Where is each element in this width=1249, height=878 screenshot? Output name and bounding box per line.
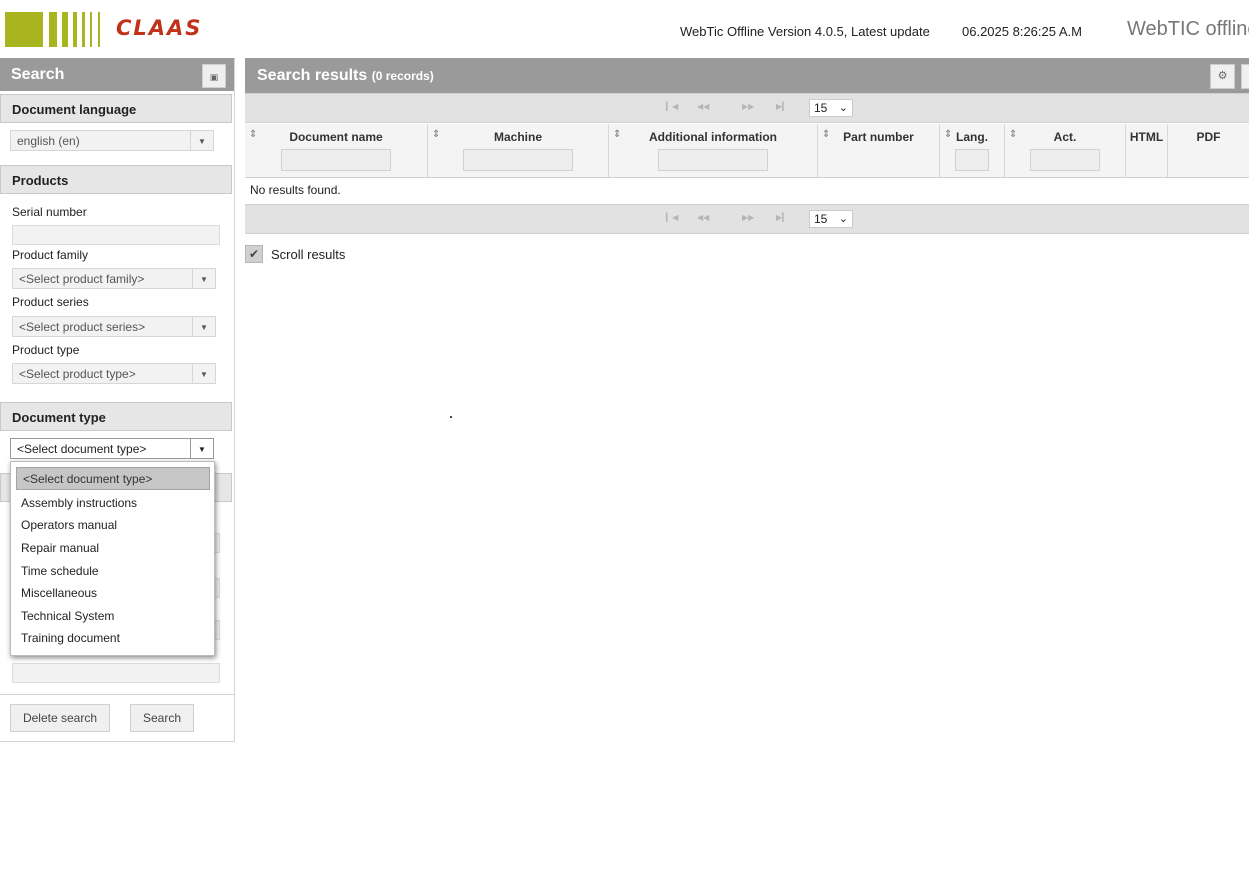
section-title: Document type bbox=[12, 410, 106, 425]
filter-input[interactable] bbox=[463, 149, 573, 171]
chevron-down-icon[interactable]: ▼ bbox=[190, 439, 213, 458]
product-type-label: Product type bbox=[12, 343, 80, 357]
dropdown-option[interactable]: Miscellaneous bbox=[21, 586, 97, 600]
last-page-icon[interactable]: ▶▎ bbox=[776, 213, 788, 222]
products-section[interactable]: Products bbox=[0, 165, 232, 194]
serial-number-input[interactable] bbox=[12, 225, 220, 245]
pager-top: ▎◀ ◀◀ ▶▶ ▶▎ 15 ⌄ bbox=[245, 93, 1249, 123]
brand-title: WebTIC offline bbox=[1127, 18, 1249, 40]
results-count: (0 records) bbox=[371, 69, 434, 83]
search-panel-title: Search bbox=[11, 66, 65, 83]
column-html[interactable]: HTML bbox=[1126, 124, 1168, 177]
last-update-datetime: 06.2025 8:26:25 A.M bbox=[962, 24, 1082, 39]
section-title: Document language bbox=[12, 102, 137, 117]
checkmark-icon: ✔ bbox=[248, 247, 260, 261]
product-type-select[interactable]: <Select product type> ▼ bbox=[12, 363, 216, 384]
settings-button[interactable]: ⚙ bbox=[1210, 64, 1235, 89]
chevron-down-icon[interactable]: ▼ bbox=[192, 364, 215, 383]
page-size-select[interactable]: 15 ⌄ bbox=[809, 99, 853, 117]
chevron-down-icon: ⌄ bbox=[838, 213, 848, 225]
product-family-select[interactable]: <Select product family> ▼ bbox=[12, 268, 216, 289]
divider bbox=[0, 694, 234, 695]
product-family-label: Product family bbox=[12, 248, 89, 262]
document-type-dropdown: <Select document type> Assembly instruct… bbox=[10, 461, 215, 656]
column-part-number[interactable]: ⇕ Part number bbox=[818, 124, 940, 177]
gear-icon: ⚙ bbox=[1217, 70, 1228, 82]
app-header: CLAAS WebTic Offline Version 4.0.5, Late… bbox=[0, 0, 1249, 58]
dropdown-option-selected[interactable]: <Select document type> bbox=[16, 467, 210, 490]
collapse-panel-button[interactable]: ▣ bbox=[202, 64, 226, 88]
column-act[interactable]: ⇕ Act. bbox=[1005, 124, 1126, 177]
product-series-label: Product series bbox=[12, 295, 89, 309]
dropdown-option[interactable]: Operators manual bbox=[21, 518, 117, 532]
stray-dot bbox=[450, 416, 452, 418]
dropdown-option[interactable]: Repair manual bbox=[21, 541, 99, 555]
hidden-input[interactable] bbox=[12, 663, 220, 683]
dropdown-option[interactable]: Assembly instructions bbox=[21, 496, 137, 510]
document-language-section[interactable]: Document language bbox=[0, 94, 232, 123]
document-type-section[interactable]: Document type bbox=[0, 402, 232, 431]
claas-logo: CLAAS bbox=[116, 16, 203, 40]
search-button[interactable]: Search bbox=[130, 704, 194, 732]
filter-input[interactable] bbox=[281, 149, 391, 171]
dropdown-option[interactable]: Training document bbox=[21, 631, 120, 645]
results-title: Search results (0 records) bbox=[257, 67, 434, 84]
document-language-select[interactable]: english (en) ▼ bbox=[10, 130, 214, 151]
page-size-select[interactable]: 15 ⌄ bbox=[809, 210, 853, 228]
version-text: WebTic Offline Version 4.0.5, Latest upd… bbox=[680, 24, 930, 39]
next-page-icon[interactable]: ▶▶ bbox=[742, 102, 754, 111]
panel-button[interactable] bbox=[1241, 64, 1249, 89]
chevron-down-icon[interactable]: ▼ bbox=[190, 131, 213, 150]
last-page-icon[interactable]: ▶▎ bbox=[776, 102, 788, 111]
scroll-results-label[interactable]: Scroll results bbox=[271, 247, 345, 262]
column-additional-information[interactable]: ⇕ Additional information bbox=[609, 124, 818, 177]
first-page-icon[interactable]: ▎◀ bbox=[666, 213, 678, 222]
first-page-icon[interactable]: ▎◀ bbox=[666, 102, 678, 111]
chevron-down-icon[interactable]: ▼ bbox=[192, 269, 215, 288]
scroll-results-checkbox[interactable]: ✔ bbox=[245, 245, 263, 263]
serial-number-label: Serial number bbox=[12, 205, 87, 219]
search-panel-header: Search ▣ bbox=[0, 58, 234, 91]
chevron-down-icon[interactable]: ▼ bbox=[192, 317, 215, 336]
dropdown-option[interactable]: Technical System bbox=[21, 609, 114, 623]
chevron-down-icon: ⌄ bbox=[838, 102, 848, 114]
column-lang[interactable]: ⇕ Lang. bbox=[940, 124, 1005, 177]
next-page-icon[interactable]: ▶▶ bbox=[742, 213, 754, 222]
column-document-name[interactable]: ⇕ Document name bbox=[245, 124, 428, 177]
results-table-header: ⇕ Document name ⇕ Machine ⇕ Additional i… bbox=[245, 124, 1249, 178]
dropdown-option[interactable]: Time schedule bbox=[21, 564, 99, 578]
filter-input[interactable] bbox=[1030, 149, 1100, 171]
filter-input[interactable] bbox=[658, 149, 768, 171]
select-value: <Select product family> bbox=[19, 272, 145, 286]
product-series-select[interactable]: <Select product series> ▼ bbox=[12, 316, 216, 337]
results-header: Search results (0 records) ⚙ bbox=[245, 58, 1249, 93]
prev-page-icon[interactable]: ◀◀ bbox=[697, 102, 709, 111]
filter-input[interactable] bbox=[955, 149, 989, 171]
claas-logo-bars bbox=[5, 12, 105, 47]
section-title: Products bbox=[12, 173, 69, 188]
no-results-message: No results found. bbox=[250, 183, 341, 197]
delete-search-button[interactable]: Delete search bbox=[10, 704, 110, 732]
prev-page-icon[interactable]: ◀◀ bbox=[697, 213, 709, 222]
select-value: english (en) bbox=[17, 134, 80, 148]
select-value: <Select product series> bbox=[19, 320, 146, 334]
select-value: <Select document type> bbox=[17, 442, 147, 456]
pager-bottom: ▎◀ ◀◀ ▶▶ ▶▎ 15 ⌄ bbox=[245, 204, 1249, 234]
column-pdf[interactable]: PDF bbox=[1168, 124, 1249, 177]
collapse-icon: ▣ bbox=[209, 72, 219, 82]
select-value: <Select product type> bbox=[19, 367, 136, 381]
column-machine[interactable]: ⇕ Machine bbox=[428, 124, 609, 177]
document-type-select[interactable]: <Select document type> ▼ bbox=[10, 438, 214, 459]
